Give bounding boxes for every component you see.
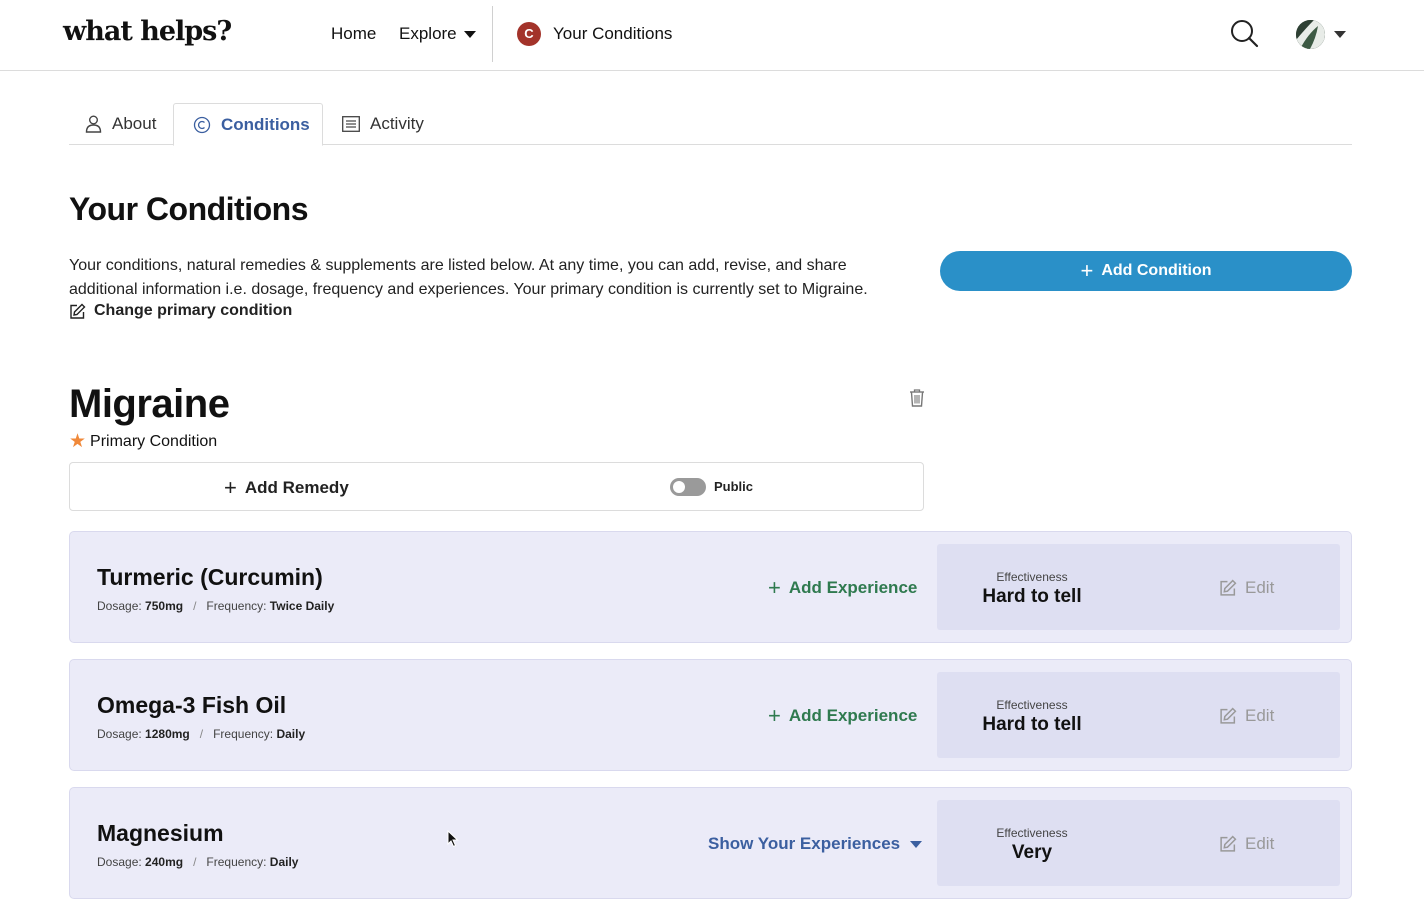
dosage-label: Dosage: (97, 855, 142, 869)
dosage-label: Dosage: (97, 599, 142, 613)
effectiveness-value: Very (1011, 842, 1053, 863)
change-primary-condition-link[interactable]: Change primary condition (69, 302, 292, 320)
add-experience-button[interactable]: + Add Experience (768, 705, 917, 727)
add-experience-button[interactable]: + Add Experience (768, 577, 917, 599)
tab-activity[interactable]: Activity (342, 103, 424, 145)
account-menu-chevron-icon[interactable] (1334, 31, 1346, 38)
edit-icon (1220, 835, 1237, 852)
remedy-meta: Dosage: 750mg / Frequency: Twice Daily (97, 599, 334, 613)
add-remedy-label: Add Remedy (244, 478, 349, 497)
edit-remedy-button[interactable]: Edit (1219, 834, 1274, 854)
add-condition-label: Add Condition (1101, 262, 1212, 279)
show-experiences-label: Show Your Experiences (708, 834, 901, 853)
primary-condition-label: ★ Primary Condition (69, 430, 217, 453)
trash-icon[interactable] (908, 388, 926, 408)
chevron-down-icon (463, 31, 476, 39)
frequency-value: Twice Daily (269, 599, 335, 613)
effectiveness-value: Hard to tell (982, 586, 1082, 607)
tab-about[interactable]: About (85, 103, 156, 145)
condition-title: Migraine (69, 382, 230, 426)
remedy-card: Magnesium Dosage: 240mg / Frequency: Daily… (69, 787, 1352, 899)
frequency-label: Frequency: (206, 599, 267, 613)
edit-label: Edit (1245, 834, 1275, 853)
copyright-icon (193, 116, 211, 133)
remedy-name: Turmeric (Curcumin) (97, 564, 323, 590)
meta-separator: / (193, 599, 197, 613)
edit-label: Edit (1245, 706, 1275, 725)
plus-icon: + (768, 575, 781, 600)
public-toggle[interactable] (670, 478, 706, 496)
site-logo[interactable]: what helps? (63, 16, 232, 47)
remedy-name: Omega-3 Fish Oil (97, 692, 287, 718)
primary-condition-text: Primary Condition (90, 432, 218, 450)
effectiveness-panel: Effectiveness Hard to tell Edit (937, 672, 1340, 758)
remedy-meta: Dosage: 1280mg / Frequency: Daily (97, 727, 305, 741)
frequency-label: Frequency: (206, 855, 267, 869)
nav-explore-dropdown[interactable]: Explore (399, 24, 476, 44)
edit-icon (70, 303, 86, 319)
tab-activity-label: Activity (370, 114, 424, 133)
tab-about-label: About (112, 114, 157, 133)
change-primary-label: Change primary condition (94, 302, 293, 319)
remedy-meta: Dosage: 240mg / Frequency: Daily (97, 855, 298, 869)
profile-tabs: About Conditions Activity (69, 103, 1352, 146)
effectiveness-panel: Effectiveness Hard to tell Edit (937, 544, 1340, 630)
frequency-value: Daily (269, 855, 299, 869)
add-experience-label: Add Experience (788, 578, 918, 597)
list-icon (342, 116, 360, 132)
edit-icon (1220, 707, 1237, 724)
top-navigation: what helps? Home Explore C Your Conditio… (0, 0, 1424, 71)
effectiveness-panel: Effectiveness Very Edit (937, 800, 1340, 886)
edit-remedy-button[interactable]: Edit (1219, 578, 1274, 598)
effectiveness-label: Effectiveness (996, 698, 1068, 712)
avatar[interactable] (1296, 20, 1325, 49)
user-icon (85, 115, 102, 133)
toggle-knob (673, 481, 685, 493)
dosage-label: Dosage: (97, 727, 142, 741)
condition-badge: C (517, 22, 541, 46)
dosage-value: 1280mg (145, 727, 190, 741)
add-experience-label: Add Experience (788, 706, 918, 725)
remedy-actions-bar: + Add Remedy Public (69, 462, 924, 511)
frequency-value: Daily (276, 727, 306, 741)
effectiveness-label: Effectiveness (996, 570, 1068, 584)
dosage-value: 750mg (145, 599, 184, 613)
intro-text: Your conditions, natural remedies & supp… (69, 257, 868, 298)
remedy-card: Turmeric (Curcumin) Dosage: 750mg / Freque… (69, 531, 1352, 643)
search-icon[interactable] (1228, 18, 1260, 50)
remedy-card: Omega-3 Fish Oil Dosage: 1280mg / Frequenc… (69, 659, 1352, 771)
mouse-cursor-icon (447, 830, 459, 848)
meta-separator: / (193, 855, 197, 869)
chevron-down-icon (910, 840, 923, 848)
effectiveness-value: Hard to tell (982, 714, 1082, 735)
nav-home-link[interactable]: Home (331, 24, 376, 44)
dosage-value: 240mg (145, 855, 184, 869)
star-icon: ★ (69, 431, 87, 452)
frequency-label: Frequency: (213, 727, 274, 741)
effectiveness-label: Effectiveness (996, 826, 1068, 840)
nav-explore-label: Explore (399, 24, 457, 43)
edit-label: Edit (1245, 578, 1275, 597)
nav-your-conditions-link[interactable]: Your Conditions (553, 24, 672, 44)
remedy-name: Magnesium (97, 820, 224, 846)
add-condition-button[interactable]: + Add Condition (940, 251, 1352, 291)
nav-divider (492, 6, 493, 62)
plus-icon: + (1080, 258, 1094, 283)
edit-icon (1220, 579, 1237, 596)
add-remedy-button[interactable]: + Add Remedy (224, 477, 349, 499)
tab-conditions-label: Conditions (221, 114, 310, 134)
plus-icon: + (224, 475, 237, 500)
show-experiences-dropdown[interactable]: Show Your Experiences (708, 834, 923, 854)
plus-icon: + (768, 703, 781, 728)
page-title: Your Conditions (69, 191, 308, 227)
tab-conditions[interactable]: Conditions (173, 103, 323, 146)
edit-remedy-button[interactable]: Edit (1219, 706, 1274, 726)
meta-separator: / (199, 727, 204, 741)
public-label: Public (714, 479, 754, 494)
